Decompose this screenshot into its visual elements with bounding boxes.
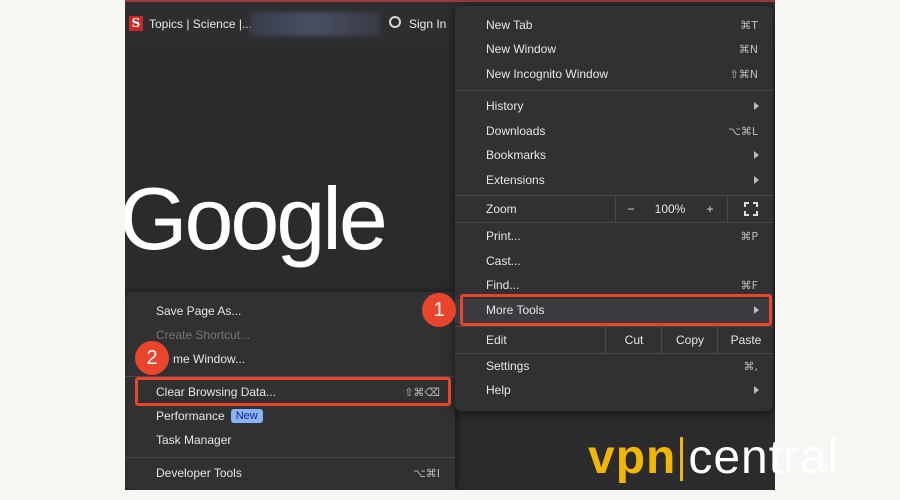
chevron-right-icon — [754, 176, 759, 184]
blurred-bookmark — [250, 12, 380, 36]
vpncentral-watermark: vpn central — [588, 430, 839, 485]
menu-item-cast[interactable]: Cast... — [455, 250, 773, 274]
chevron-right-icon — [754, 102, 759, 110]
menu-item-new-incognito-window[interactable]: New Incognito Window ⇧⌘N — [455, 63, 773, 87]
fullscreen-button[interactable] — [727, 196, 774, 222]
menu-item-downloads[interactable]: Downloads ⌥⌘L — [455, 120, 773, 144]
sign-in-button[interactable]: Sign In — [409, 17, 446, 31]
new-badge: New — [230, 409, 263, 423]
zoom-out-button[interactable]: − — [615, 196, 646, 222]
bookmark-topics-science[interactable]: Topics | Science |... — [149, 17, 252, 31]
menu-item-bookmarks[interactable]: Bookmarks — [455, 144, 773, 168]
browser-screenshot: S Topics | Science |... Sign In Google S… — [125, 0, 775, 490]
more-tools-highlight — [460, 294, 772, 326]
menu-item-edit: Edit Cut Copy Paste — [455, 327, 773, 353]
menu-item-print[interactable]: Print... ⌘P — [455, 225, 773, 249]
menu-separator — [455, 222, 773, 223]
zoom-level: 100% — [654, 202, 686, 216]
menu-item-task-manager[interactable]: Task Manager — [125, 429, 455, 453]
menu-item-settings[interactable]: Settings ⌘, — [455, 355, 773, 379]
fullscreen-icon — [744, 202, 758, 216]
menu-item-developer-tools[interactable]: Developer Tools ⌥⌘I — [125, 462, 455, 486]
menu-item-new-tab[interactable]: New Tab ⌘T — [455, 14, 773, 38]
watermark-divider — [680, 437, 684, 481]
chevron-right-icon — [754, 386, 759, 394]
menu-item-new-window[interactable]: New Window ⌘N — [455, 38, 773, 62]
menu-separator — [455, 353, 773, 354]
menu-separator — [125, 457, 455, 458]
chevron-right-icon — [754, 151, 759, 159]
menu-item-create-shortcut: Create Shortcut... — [156, 328, 251, 342]
menu-item-save-page-as[interactable]: Save Page As... ⌘S — [125, 300, 455, 324]
paste-button[interactable]: Paste — [717, 327, 774, 353]
step-1-marker: 1 — [422, 293, 456, 327]
menu-item-zoom: Zoom − 100% + — [455, 196, 773, 222]
watermark-central: central — [688, 431, 840, 484]
menu-item-name-window[interactable]: me Window... — [125, 348, 455, 372]
zoom-in-button[interactable]: + — [695, 196, 725, 222]
performance-label: Performance — [156, 409, 225, 423]
menu-item-performance[interactable]: Performance New — [125, 405, 455, 429]
chrome-main-menu: New Tab ⌘T New Window ⌘N New Incognito W… — [455, 6, 773, 411]
step-2-marker: 2 — [135, 341, 169, 375]
globe-icon — [389, 16, 401, 28]
menu-item-extensions[interactable]: Extensions — [455, 169, 773, 193]
menu-item-history[interactable]: History — [455, 95, 773, 119]
google-logo: Google — [125, 169, 388, 268]
cut-button[interactable]: Cut — [605, 327, 662, 353]
watermark-vpn: vpn — [588, 431, 677, 484]
science-favicon-icon: S — [129, 16, 143, 31]
copy-button[interactable]: Copy — [661, 327, 718, 353]
menu-item-help[interactable]: Help — [455, 379, 773, 403]
menu-separator — [455, 90, 773, 91]
clear-browsing-highlight — [135, 377, 451, 406]
